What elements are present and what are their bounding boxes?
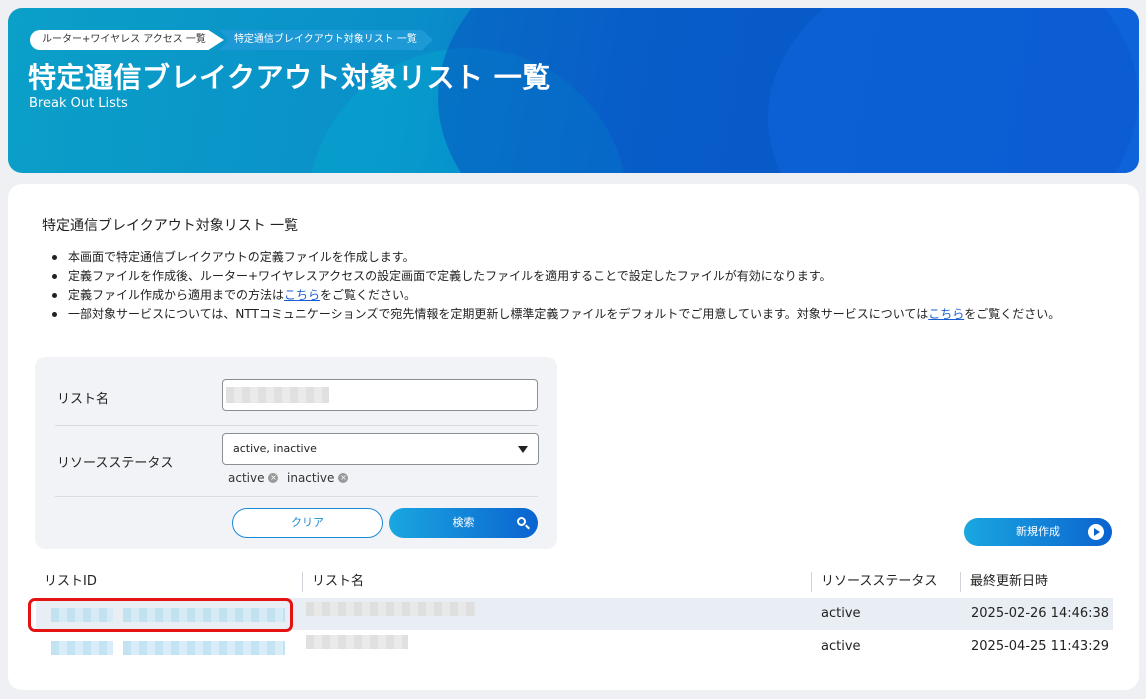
page-title: 特定通信ブレイクアウト対象リスト 一覧	[28, 61, 551, 94]
list-name-label: リスト名	[57, 392, 110, 407]
new-create-button[interactable]: 新規作成	[964, 518, 1112, 546]
arrow-right-icon	[1088, 524, 1104, 540]
status-label: リソースステータス	[57, 456, 174, 471]
column-header-list-id: リストID	[44, 574, 97, 589]
status-cell: active	[821, 639, 861, 654]
column-header-updated: 最終更新日時	[970, 574, 1049, 589]
redacted-list-id[interactable]	[51, 641, 113, 655]
divider	[55, 425, 538, 426]
redacted-list-id[interactable]	[123, 641, 285, 655]
redacted-list-name	[306, 602, 476, 616]
header-decoration	[768, 8, 1139, 173]
column-divider	[960, 572, 961, 592]
notes-list: 本画面で特定通信ブレイクアウトの定義ファイルを作成します。 定義ファイルを作成後…	[46, 248, 1116, 324]
table-row[interactable]: active 2025-04-25 11:43:29	[36, 631, 1113, 663]
status-select-value: active, inactive	[233, 442, 317, 455]
services-link[interactable]: こちら	[928, 307, 964, 321]
note-text: をご覧ください。	[320, 288, 417, 302]
status-cell: active	[821, 606, 861, 621]
redacted-value	[226, 387, 329, 403]
section-title: 特定通信ブレイクアウト対象リスト 一覧	[42, 218, 299, 234]
search-panel: リスト名 リソースステータス active, inactive active × …	[35, 357, 557, 549]
clear-button[interactable]: クリア	[232, 508, 383, 538]
chip-remove-icon[interactable]: ×	[338, 473, 349, 483]
howto-link[interactable]: こちら	[284, 288, 320, 302]
chip-inactive: inactive ×	[287, 471, 349, 485]
breadcrumb-item-current: 特定通信ブレイクアウト対象リスト 一覧	[219, 30, 433, 50]
highlight-box	[28, 598, 293, 632]
column-divider	[811, 572, 812, 592]
note-item: 一部対象サービスについては、NTTコミュニケーションズで宛先情報を定期更新し標準…	[46, 305, 1116, 324]
main-card: 特定通信ブレイクアウト対象リスト 一覧 本画面で特定通信ブレイクアウトの定義ファ…	[8, 184, 1139, 690]
breadcrumb: ルーター+ワイヤレス アクセス 一覧 特定通信ブレイクアウト対象リスト 一覧	[30, 30, 433, 50]
note-item: 本画面で特定通信ブレイクアウトの定義ファイルを作成します。	[46, 248, 1116, 267]
caret-down-icon	[518, 446, 528, 453]
chip-active: active ×	[228, 471, 279, 485]
note-text: 定義ファイル作成から適用までの方法は	[68, 288, 285, 302]
updated-cell: 2025-04-25 11:43:29	[971, 639, 1110, 654]
search-button-label: 検索	[452, 516, 475, 529]
note-text: 一部対象サービスについては、NTTコミュニケーションズで宛先情報を定期更新し標準…	[68, 307, 929, 321]
new-create-label: 新規作成	[1016, 525, 1060, 538]
column-header-status: リソースステータス	[821, 574, 938, 589]
chip-remove-icon[interactable]: ×	[268, 473, 279, 483]
breadcrumb-item-router-list[interactable]: ルーター+ワイヤレス アクセス 一覧	[30, 30, 224, 50]
note-text: をご覧ください。	[964, 307, 1061, 321]
column-divider	[302, 572, 303, 592]
search-icon	[517, 517, 526, 526]
page-header: ルーター+ワイヤレス アクセス 一覧 特定通信ブレイクアウト対象リスト 一覧 特…	[8, 8, 1139, 173]
status-select[interactable]: active, inactive	[222, 433, 539, 465]
divider	[55, 496, 538, 497]
note-item: 定義ファイル作成から適用までの方法はこちらをご覧ください。	[46, 286, 1116, 305]
updated-cell: 2025-02-26 14:46:38	[971, 606, 1110, 621]
chip-label: active	[228, 471, 265, 485]
page-subtitle: Break Out Lists	[29, 96, 128, 111]
note-item: 定義ファイルを作成後、ルーター+ワイヤレスアクセスの設定画面で定義したファイルを…	[46, 267, 1116, 286]
column-header-list-name: リスト名	[312, 574, 365, 589]
redacted-list-name	[306, 635, 408, 649]
search-button[interactable]: 検索	[389, 508, 538, 538]
list-name-input[interactable]	[222, 379, 538, 411]
chip-label: inactive	[287, 471, 335, 485]
